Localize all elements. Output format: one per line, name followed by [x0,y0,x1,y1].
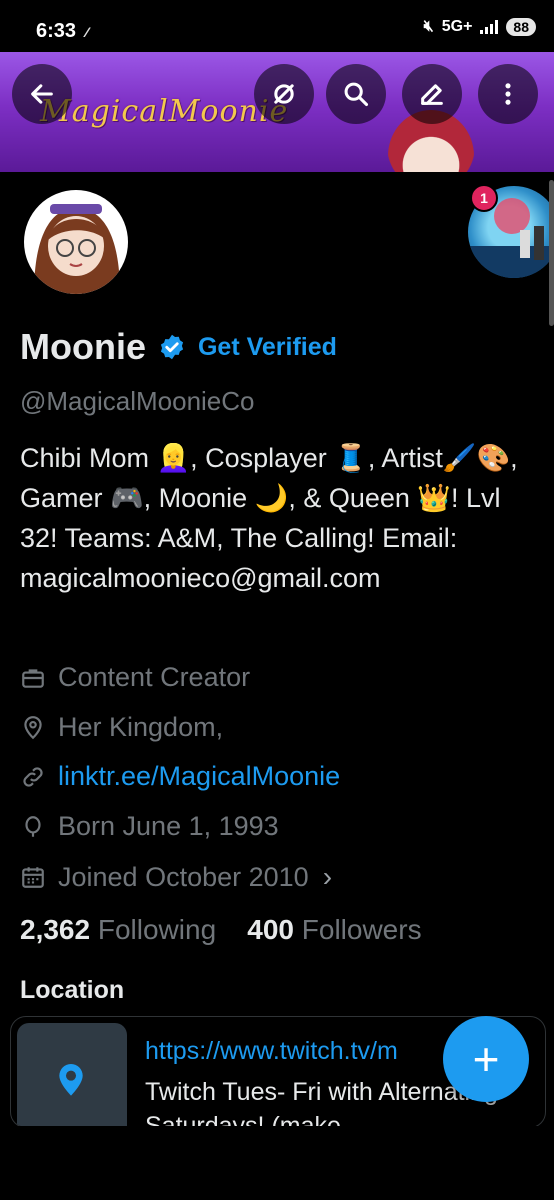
meta-joined[interactable]: Joined October 2010 › [20,861,332,893]
meta-birthday: Born June 1, 1993 [20,811,279,842]
status-time: 6:33 [36,20,77,42]
avatar-image [24,190,128,294]
meta-location: Her Kingdom, [20,712,223,743]
get-verified-link[interactable]: Get Verified [198,333,337,362]
cast-icon: ⁄⁄⁄ [86,24,89,40]
scrollbar[interactable] [549,180,554,326]
back-button[interactable] [12,64,72,124]
balloon-icon [25,815,41,837]
grok-button[interactable] [254,64,314,124]
pencil-icon [421,84,443,105]
map-pin-icon [59,1064,83,1096]
follow-stats: 2,362 Following 400 Followers [20,914,422,946]
verified-badge-icon[interactable] [158,333,186,361]
chibi-avatar-illustration [34,204,120,294]
mute-icon: 🔇︎ [423,18,434,35]
status-right: 🔇︎ 5G+ 88 [424,18,536,36]
birthday-text: Born June 1, 1993 [58,811,279,841]
location-thumbnail [17,1023,127,1127]
following-label: Following [97,914,217,945]
following-stat[interactable]: 2,362 Following [20,914,216,945]
link-icon [23,766,43,787]
arrow-left-icon [31,84,53,104]
website-link[interactable]: linktr.ee/MagicalMoonie [58,761,340,792]
display-name: Moonie [20,326,146,367]
grok-icon [274,84,294,104]
followers-label: Followers [301,914,422,945]
location-pin-icon [24,715,42,739]
search-icon [344,82,369,107]
briefcase-icon [22,668,44,688]
following-count: 2,362 [20,914,91,945]
battery-indicator: 88 [506,18,536,36]
network-label: 5G+ [441,18,473,35]
user-handle: @MagicalMoonieCo [20,386,255,416]
name-row: Moonie Get Verified [20,326,337,368]
location-url[interactable]: https://www.twitch.tv/m [145,1037,398,1066]
banner-title: MagicalMoonie [40,94,289,129]
meta-category: Content Creator [20,662,250,693]
bottom-area [0,1126,554,1200]
search-button[interactable] [326,64,386,124]
signal-icon [480,20,499,34]
meta-website: linktr.ee/MagicalMoonie [20,761,340,792]
location-section-title: Location [20,976,125,1004]
followers-stat[interactable]: 400 Followers [247,914,421,945]
plus-icon: + [472,1033,500,1085]
status-bar: 6:33 ⁄⁄⁄ 🔇︎ 5G+ 88 [0,0,554,52]
calendar-icon [22,867,44,888]
compose-button[interactable]: + [443,1016,529,1102]
joined-text: Joined October 2010 [58,861,309,892]
chevron-right-icon: › [322,861,333,892]
story-notification-badge: 1 [470,184,498,212]
location-text: Her Kingdom, [58,712,224,742]
more-vertical-icon [505,83,511,105]
more-button[interactable] [478,64,538,124]
avatar[interactable] [16,182,136,302]
category-text: Content Creator [58,662,251,692]
edit-button[interactable] [402,64,462,124]
followers-count: 400 [247,914,294,945]
profile-bio: Chibi Mom 👱‍♀️, Cosplayer 🧵, Artist🖌️🎨, … [20,443,518,593]
